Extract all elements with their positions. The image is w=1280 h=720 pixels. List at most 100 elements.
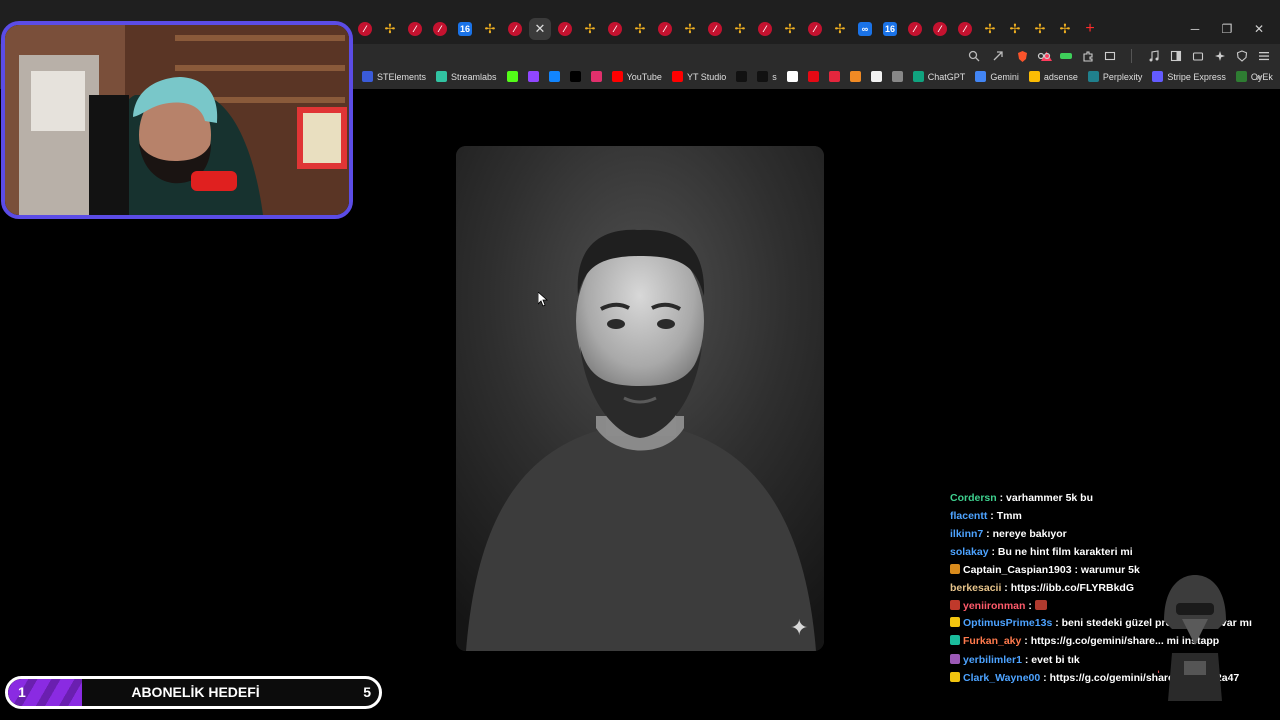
restore-button[interactable]: ❐ (1212, 18, 1242, 40)
bookmark-item[interactable]: Streamlabs (436, 71, 497, 82)
extension-glasses-icon[interactable] (1036, 47, 1052, 65)
feather-favicon-icon: ⁄ (758, 22, 772, 36)
bookmark-item[interactable] (527, 71, 539, 82)
media-controls-icon[interactable] (1146, 47, 1162, 65)
bookmark-item[interactable]: OyEk (1235, 71, 1273, 82)
chat-separator: : (1021, 654, 1032, 666)
browser-tab[interactable]: ∞ (854, 18, 876, 40)
bookmark-item[interactable]: Perplexity (1087, 71, 1142, 82)
feather-favicon-icon: ⁄ (708, 22, 722, 36)
pinwheel-favicon-icon: ✢ (384, 21, 396, 36)
browser-tab[interactable]: ✢ (1029, 18, 1051, 40)
sidebar-icon[interactable] (1168, 47, 1184, 65)
minimize-button[interactable]: ─ (1180, 18, 1210, 40)
darth-vader-chat-mascot (1116, 573, 1232, 701)
chat-username[interactable]: Furkan_aky (963, 635, 1021, 647)
bookmark-item[interactable] (786, 71, 798, 82)
leo-ai-icon[interactable] (1212, 47, 1228, 65)
pinwheel-favicon-icon: ✢ (584, 21, 596, 36)
chat-username[interactable]: berkesacii (950, 582, 1001, 594)
chat-text: https://ibb.co/FLYRBkdG (1010, 582, 1134, 594)
browser-tab[interactable]: 16 (879, 18, 901, 40)
bookmark-item[interactable] (506, 71, 518, 82)
browser-tab[interactable]: ✕ (529, 18, 551, 40)
chat-username[interactable]: Cordersn (950, 492, 997, 504)
bookmark-item[interactable]: YouTube (611, 71, 662, 82)
browser-tab[interactable]: 16 (454, 18, 476, 40)
browser-tab[interactable]: ⁄ (429, 18, 451, 40)
browser-tab[interactable]: ⁄ (929, 18, 951, 40)
browser-tab[interactable]: ⁄ (404, 18, 426, 40)
browser-tab[interactable]: ✢ (829, 18, 851, 40)
browser-tab[interactable]: ⁄ (754, 18, 776, 40)
browser-tab[interactable]: ⁄ (904, 18, 926, 40)
extensions-puzzle-icon[interactable] (1080, 47, 1096, 65)
browser-tab[interactable]: ⁄ (804, 18, 826, 40)
browser-tab[interactable]: ✢ (379, 18, 401, 40)
webcam-overlay (1, 21, 353, 219)
bookmark-item[interactable] (569, 71, 581, 82)
browser-tab[interactable]: ⁄ (554, 18, 576, 40)
browser-tab[interactable]: ✢ (979, 18, 1001, 40)
menu-icon[interactable] (1256, 47, 1272, 65)
browser-tab[interactable]: ✢ (579, 18, 601, 40)
browser-tab[interactable]: ⁄ (504, 18, 526, 40)
bookmark-item[interactable] (849, 71, 861, 82)
chat-username[interactable]: yeniironman (963, 600, 1025, 612)
bookmark-item[interactable]: s (757, 71, 777, 82)
generated-portrait-image[interactable] (456, 146, 824, 651)
browser-tab[interactable]: ✢ (1004, 18, 1026, 40)
browser-tab[interactable]: ⁄ (704, 18, 726, 40)
browser-tab[interactable]: ⁄ (354, 18, 376, 40)
bookmark-item[interactable]: STElements (362, 71, 426, 82)
browser-tab[interactable]: ⁄ (654, 18, 676, 40)
bookmark-item[interactable] (590, 71, 602, 82)
chat-username[interactable]: OptimusPrime13s (963, 617, 1052, 629)
bookmark-item[interactable] (891, 71, 903, 82)
bookmark-label: Stripe Express (1167, 71, 1226, 82)
app-gray-icon (891, 71, 903, 82)
close-tab-icon[interactable]: ✕ (535, 21, 546, 37)
pinwheel-favicon-icon: ✢ (634, 21, 646, 36)
browser-tab[interactable]: ✢ (779, 18, 801, 40)
chat-username[interactable]: flacentt (950, 510, 987, 522)
chat-username[interactable]: solakay (950, 546, 989, 558)
chat-username[interactable]: ilkinn7 (950, 528, 983, 540)
close-window-button[interactable]: ✕ (1244, 18, 1274, 40)
browser-tab[interactable]: ✢ (729, 18, 751, 40)
bookmark-item[interactable] (828, 71, 840, 82)
bookmark-item[interactable]: Gemini (975, 71, 1019, 82)
address-bar[interactable] (354, 46, 1054, 67)
brave-shield-icon[interactable] (1014, 47, 1030, 65)
screenshot-icon[interactable] (1102, 47, 1118, 65)
bookmark-item[interactable] (807, 71, 819, 82)
browser-tab[interactable]: ⁄ (954, 18, 976, 40)
bookmark-item[interactable]: ChatGPT (912, 71, 965, 82)
new-tab-button[interactable]: + (1079, 18, 1101, 40)
chat-username[interactable]: yerbilimler1 (963, 654, 1022, 666)
browser-tab[interactable]: ✢ (629, 18, 651, 40)
bookmark-item[interactable] (548, 71, 560, 82)
share-icon[interactable] (990, 47, 1006, 65)
extension-green-icon[interactable] (1058, 47, 1074, 65)
chat-username[interactable]: Captain_Caspian1903 (963, 564, 1072, 576)
bookmark-item[interactable]: YT Studio (671, 71, 726, 82)
bookmark-item[interactable] (736, 71, 748, 82)
wallet-icon[interactable] (1190, 47, 1206, 65)
zoom-icon[interactable] (966, 47, 982, 65)
browser-tab[interactable]: ⁄ (604, 18, 626, 40)
chat-separator: : (1001, 582, 1011, 594)
chat-separator: : (1071, 564, 1081, 576)
bookmark-item[interactable]: Stripe Express (1152, 71, 1226, 82)
browser-tab[interactable]: ✢ (679, 18, 701, 40)
browser-tab[interactable]: ✢ (479, 18, 501, 40)
chat-emote-icon (1034, 600, 1047, 610)
vpn-shield-icon[interactable] (1234, 47, 1250, 65)
bookmark-item[interactable]: adsense (1028, 71, 1078, 82)
bookmarks-overflow-button[interactable]: » (1256, 72, 1262, 84)
browser-tab[interactable]: ✢ (1054, 18, 1076, 40)
chat-text: evet bi tık (1031, 654, 1080, 666)
app-white-icon (870, 71, 882, 82)
chat-username[interactable]: Clark_Wayne00 (963, 672, 1040, 684)
bookmark-item[interactable] (870, 71, 882, 82)
